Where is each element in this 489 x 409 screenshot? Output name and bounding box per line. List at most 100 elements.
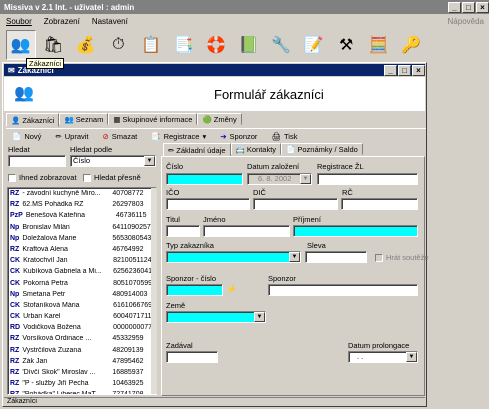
titul-field[interactable] xyxy=(166,225,200,237)
list-item[interactable]: PzP Benešová Kateřina 46736115 xyxy=(10,212,156,223)
changes-tab-icon: 🟢 xyxy=(202,114,212,124)
list-item[interactable]: ČK Kubíková Gabriela a Mi... 6256236041 xyxy=(10,268,156,279)
list-item[interactable]: RZ Žák Jan 47895462 xyxy=(10,358,156,369)
chevron-down-icon[interactable]: ▼ xyxy=(289,252,300,262)
search-input[interactable] xyxy=(8,155,66,167)
customer-type-icon: RZ xyxy=(10,201,20,209)
tab-zakladni-udaje[interactable]: ✏ Základní údaje xyxy=(163,143,231,157)
lifebuoy-icon[interactable]: 🛟 xyxy=(201,30,231,60)
notes-icon[interactable]: 📝 xyxy=(299,30,329,60)
list-item[interactable]: RZ Vystrčilová Zuzana 48209139 xyxy=(10,347,156,358)
rc-field[interactable] xyxy=(341,198,418,210)
menu-zobrazeni[interactable]: Zobrazení xyxy=(44,17,80,29)
customer-name: Vorsíková Ordinace ... xyxy=(22,335,92,343)
money-bag-icon[interactable]: 💰 xyxy=(71,30,101,60)
customer-name: Bronislav Milán xyxy=(22,223,70,231)
print-button[interactable]: 🖨 Tisk xyxy=(271,131,297,142)
jmeno-field[interactable] xyxy=(203,225,290,237)
help-menu[interactable]: Nápověda xyxy=(448,17,484,26)
sponzor-cislo-field[interactable] xyxy=(166,284,223,296)
customer-name: Vystrčilová Zuzana xyxy=(22,346,82,354)
dic-field[interactable] xyxy=(253,198,338,210)
list-item[interactable]: ČK Pokorná Petra 8051070599 xyxy=(10,280,156,291)
maximize-button[interactable]: □ xyxy=(462,1,475,13)
zeme-select[interactable]: ▼ xyxy=(166,311,266,323)
documents-icon[interactable]: 📑 xyxy=(169,30,199,60)
list-item[interactable]: RZ Kraftová Alena 46764992 xyxy=(10,246,156,257)
clock-icon[interactable]: ⏱ xyxy=(104,30,134,60)
new-button[interactable]: 📄 Nový xyxy=(12,131,41,142)
sleva-field[interactable] xyxy=(305,251,367,263)
tab-zmeny[interactable]: 🟢 Změny xyxy=(197,113,242,125)
list-item[interactable]: Np Smetana Petr 480914003 xyxy=(10,291,156,302)
datum-prolongace-field[interactable]: . . ▼ xyxy=(348,351,418,363)
registrace-zl-field[interactable] xyxy=(317,173,418,185)
list-item[interactable]: RZ 'Dívčí Skok" Miroslav ... 16885937 xyxy=(10,369,156,380)
hammer-icon[interactable]: ⚒ xyxy=(331,30,361,60)
search-by-select[interactable]: Číslo ▼ xyxy=(70,155,156,167)
jmeno-label: Jméno xyxy=(203,215,226,224)
tab-zakaznici[interactable]: 👤 Zákazníci xyxy=(6,113,60,127)
list-item[interactable]: RZ Vorsíková Ordinace ... 45332959 xyxy=(10,335,156,346)
ihned-checkbox[interactable]: Ihned zobrazovat xyxy=(8,173,77,182)
close-button[interactable]: × xyxy=(476,1,489,13)
customer-name: Kubíková Gabriela a Mi... xyxy=(23,268,102,276)
book-icon[interactable]: 📗 xyxy=(234,30,264,60)
lightning-icon[interactable]: ⚡ xyxy=(226,284,237,295)
list-item[interactable]: ČK Urban Karel 6004071711 xyxy=(10,313,156,324)
child-minimize-button[interactable]: _ xyxy=(384,64,397,76)
list-item[interactable]: ČK Kratochvíl Jan 8210051124 xyxy=(10,257,156,268)
edit-button[interactable]: ✏ Upravit xyxy=(55,131,88,142)
list-item[interactable]: ČK Štofaníková Mária 6161066769 xyxy=(10,302,156,313)
list-item[interactable]: RZ - závodní kuchyně Miro... 40708772 xyxy=(10,190,156,201)
customers-icon[interactable]: 👥 xyxy=(6,30,36,60)
list-item[interactable]: RZ 62.MŠ Pohádka RZ 26297803 xyxy=(10,201,156,212)
list-item[interactable]: Np Bronislav Milán 6411090257 xyxy=(10,224,156,235)
typ-zakaznika-select[interactable]: ▼ xyxy=(166,251,301,263)
prijmeni-field[interactable] xyxy=(293,225,418,237)
list-item[interactable]: RD Vodičková Božena 0000000077 xyxy=(10,324,156,335)
cislo-field[interactable] xyxy=(166,173,243,185)
list-scrollbar[interactable] xyxy=(151,188,157,394)
main-tabs: 👤 Zákazníci 👥 Seznam ▦ Skupinové informace … xyxy=(6,113,426,127)
list-item[interactable]: RZ "Pohádka" Liberec MaT 72741708 xyxy=(10,391,156,394)
customer-list[interactable]: RZ - závodní kuchyně Miro... 40708772 RZ 62.… xyxy=(7,187,157,395)
tab-kontakty[interactable]: 📇 Kontakty xyxy=(230,143,282,155)
child-window: ✉ Zákazníci _ □ × 👥 Formulář zákazníci 👤 Z… xyxy=(2,62,429,407)
child-close-button[interactable]: × xyxy=(412,64,425,76)
ico-field[interactable] xyxy=(166,198,250,210)
child-titlebar: ✉ Zákazníci _ □ × xyxy=(4,64,425,76)
chevron-down-icon[interactable]: ▼ xyxy=(254,312,265,322)
menu-soubor[interactable]: Soubor xyxy=(6,17,32,29)
tab-seznam[interactable]: 👥 Seznam xyxy=(59,113,109,125)
list-item[interactable]: RZ "P - služby Jiří Pecha 10463925 xyxy=(10,380,156,391)
customer-name: Vodičková Božena xyxy=(23,324,81,332)
menu-nastaveni[interactable]: Nastavení xyxy=(92,17,128,29)
child-maximize-button[interactable]: □ xyxy=(398,64,411,76)
chevron-down-icon: ▾ xyxy=(202,132,207,141)
customer-number: 8051070599 xyxy=(113,279,153,287)
registrace-button[interactable]: 📑 Registrace ▾ xyxy=(151,131,206,142)
calculator-icon[interactable]: 🧮 xyxy=(364,30,394,60)
bag-icon[interactable]: 🛍 xyxy=(39,30,69,60)
customer-tab-icon: 👤 xyxy=(11,115,21,125)
pencil-icon: ✏ xyxy=(168,145,175,155)
chevron-down-icon[interactable]: ▼ xyxy=(144,156,155,166)
zadaval-field[interactable] xyxy=(166,351,218,363)
sponzor-field[interactable] xyxy=(268,284,418,296)
sponzor-button[interactable]: ➔ Sponzor xyxy=(220,131,257,142)
customer-number: 480914003 xyxy=(112,290,148,298)
list-icon[interactable]: 📋 xyxy=(136,30,166,60)
tab-skupinove[interactable]: ▦ Skupinové informace xyxy=(108,113,198,125)
customer-name: Urban Karel xyxy=(23,313,61,321)
delete-button[interactable]: ⊘ Smazat xyxy=(103,131,138,142)
minimize-button[interactable]: _ xyxy=(448,1,461,13)
key-icon[interactable]: 🔑 xyxy=(396,30,426,60)
tab-poznamky[interactable]: 📄 Poznámky / Saldo xyxy=(281,143,363,155)
customer-number: 6411090257 xyxy=(112,223,151,231)
tools-icon[interactable]: 🔧 xyxy=(266,30,296,60)
customer-number: 0000000077 xyxy=(113,324,153,332)
list-item[interactable]: Np Doležalová Marie 5653080543 xyxy=(10,235,156,246)
chevron-down-icon[interactable]: ▼ xyxy=(406,352,417,362)
presne-checkbox[interactable]: Hledat přesně xyxy=(83,173,141,182)
